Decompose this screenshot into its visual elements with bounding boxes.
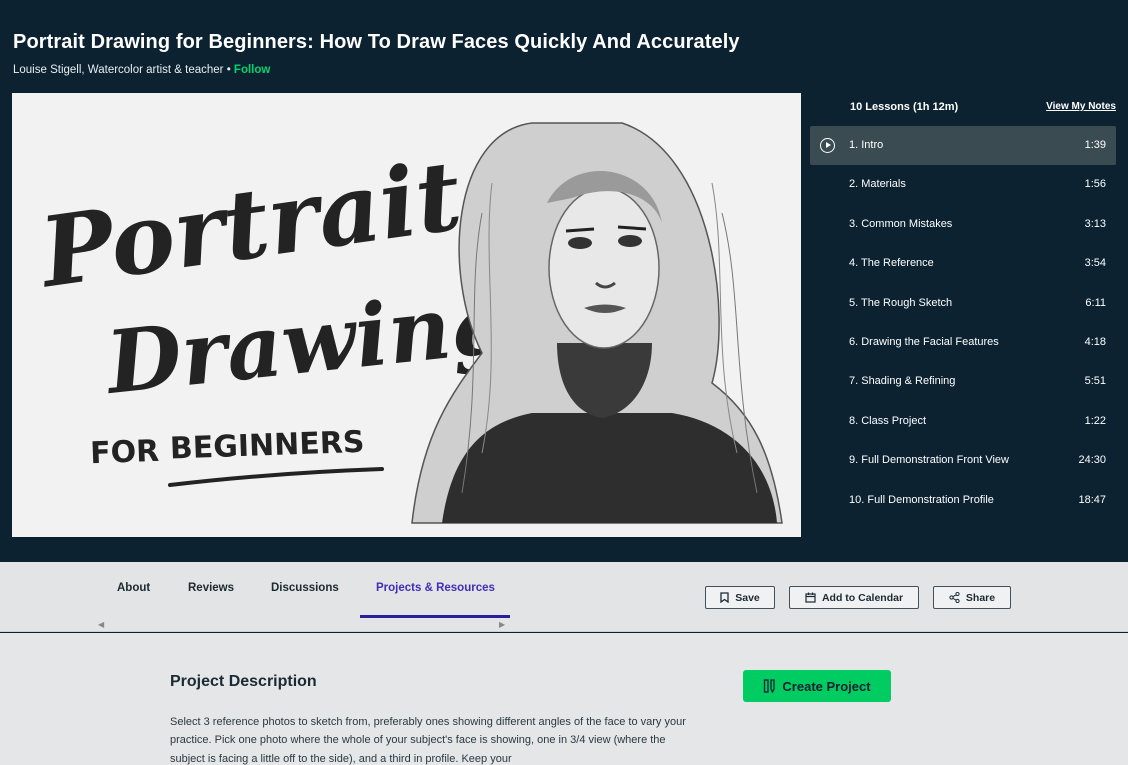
lesson-item-10[interactable]: 10. Full Demonstration Profile 18:47 — [810, 481, 1116, 520]
lesson-duration: 4:18 — [1084, 335, 1106, 348]
active-tab-indicator — [360, 615, 510, 618]
lesson-item-2[interactable]: 2. Materials 1:56 — [810, 165, 1116, 204]
share-label: Share — [965, 591, 996, 604]
bookmark-icon — [720, 592, 729, 603]
lesson-duration: 3:54 — [1084, 257, 1106, 270]
lesson-duration: 1:22 — [1084, 414, 1106, 427]
project-section: Project Description Select 3 reference p… — [0, 633, 1128, 765]
lesson-title: 6. Drawing the Facial Features — [849, 335, 999, 348]
video-player[interactable]: Portrait Drawing FOR BEGINNERS — [12, 93, 801, 537]
playlist-header: 10 Lessons (1h 12m) — [850, 101, 959, 113]
calendar-label: Add to Calendar — [821, 591, 904, 604]
video-thumbnail: Portrait Drawing FOR BEGINNERS — [12, 93, 801, 537]
lesson-duration: 1:56 — [1084, 178, 1106, 191]
lesson-item-3[interactable]: 3. Common Mistakes 3:13 — [810, 205, 1116, 244]
share-icon — [949, 592, 960, 603]
scroll-right-icon[interactable]: ▶ — [499, 620, 505, 629]
pencil-ruler-icon — [764, 679, 776, 693]
add-to-calendar-button[interactable]: Add to Calendar — [789, 586, 919, 609]
lesson-duration: 5:51 — [1084, 375, 1106, 388]
tab-discussions[interactable]: Discussions — [271, 582, 339, 594]
tab-about[interactable]: About — [117, 582, 150, 594]
class-title: Portrait Drawing for Beginners: How To D… — [13, 31, 740, 53]
class-header: Portrait Drawing for Beginners: How To D… — [0, 0, 1128, 562]
teacher-name[interactable]: Louise Stigell, Watercolor artist & teac… — [13, 64, 224, 76]
lesson-duration: 24:30 — [1078, 454, 1106, 467]
project-description-heading: Project Description — [170, 673, 317, 690]
thumbnail-word-for: FOR — [90, 434, 160, 471]
lesson-title: 4. The Reference — [849, 257, 934, 270]
calendar-icon — [805, 592, 816, 603]
lesson-item-8[interactable]: 8. Class Project 1:22 — [810, 402, 1116, 441]
lesson-duration: 3:13 — [1084, 217, 1106, 230]
create-project-button[interactable]: Create Project — [743, 670, 891, 702]
lesson-title: 3. Common Mistakes — [849, 217, 953, 230]
project-description-text: Select 3 reference photos to sketch from… — [170, 716, 686, 765]
lesson-item-9[interactable]: 9. Full Demonstration Front View 24:30 — [810, 441, 1116, 480]
lesson-title: 9. Full Demonstration Front View — [849, 454, 1009, 467]
create-project-label: Create Project — [782, 678, 871, 694]
lesson-duration: 6:11 — [1085, 296, 1106, 309]
view-notes-link[interactable]: View My Notes — [1046, 101, 1116, 112]
save-button[interactable]: Save — [705, 586, 775, 609]
lesson-title: 10. Full Demonstration Profile — [849, 493, 994, 506]
lesson-item-7[interactable]: 7. Shading & Refining 5:51 — [810, 362, 1116, 401]
teacher-line: Louise Stigell, Watercolor artist & teac… — [13, 64, 270, 76]
lesson-item-1[interactable]: 1. Intro 1:39 — [810, 126, 1116, 166]
separator: • — [223, 64, 234, 76]
lesson-title: 5. The Rough Sketch — [849, 296, 953, 309]
tab-bar: About Reviews Discussions Projects & Res… — [0, 562, 1128, 632]
save-label: Save — [735, 591, 760, 604]
follow-link[interactable]: Follow — [234, 64, 270, 76]
lesson-duration: 1:39 — [1084, 139, 1106, 151]
play-icon — [820, 138, 835, 153]
lesson-title: 1. Intro — [849, 139, 884, 151]
lesson-title: 2. Materials — [849, 178, 906, 191]
tab-reviews[interactable]: Reviews — [188, 582, 234, 594]
lesson-list: 1. Intro 1:39 2. Materials 1:56 3. Commo… — [810, 126, 1116, 520]
scroll-left-icon[interactable]: ◀ — [98, 620, 104, 629]
lesson-title: 7. Shading & Refining — [849, 375, 956, 388]
lesson-duration: 18:47 — [1078, 493, 1106, 506]
tab-projects-resources[interactable]: Projects & Resources — [376, 582, 495, 594]
lesson-item-5[interactable]: 5. The Rough Sketch 6:11 — [810, 284, 1116, 323]
lesson-item-4[interactable]: 4. The Reference 3:54 — [810, 244, 1116, 283]
share-button[interactable]: Share — [933, 586, 1011, 609]
lesson-title: 8. Class Project — [849, 414, 927, 427]
thumbnail-word-beginners: BEGINNERS — [169, 425, 365, 467]
lesson-item-6[interactable]: 6. Drawing the Facial Features 4:18 — [810, 323, 1116, 362]
